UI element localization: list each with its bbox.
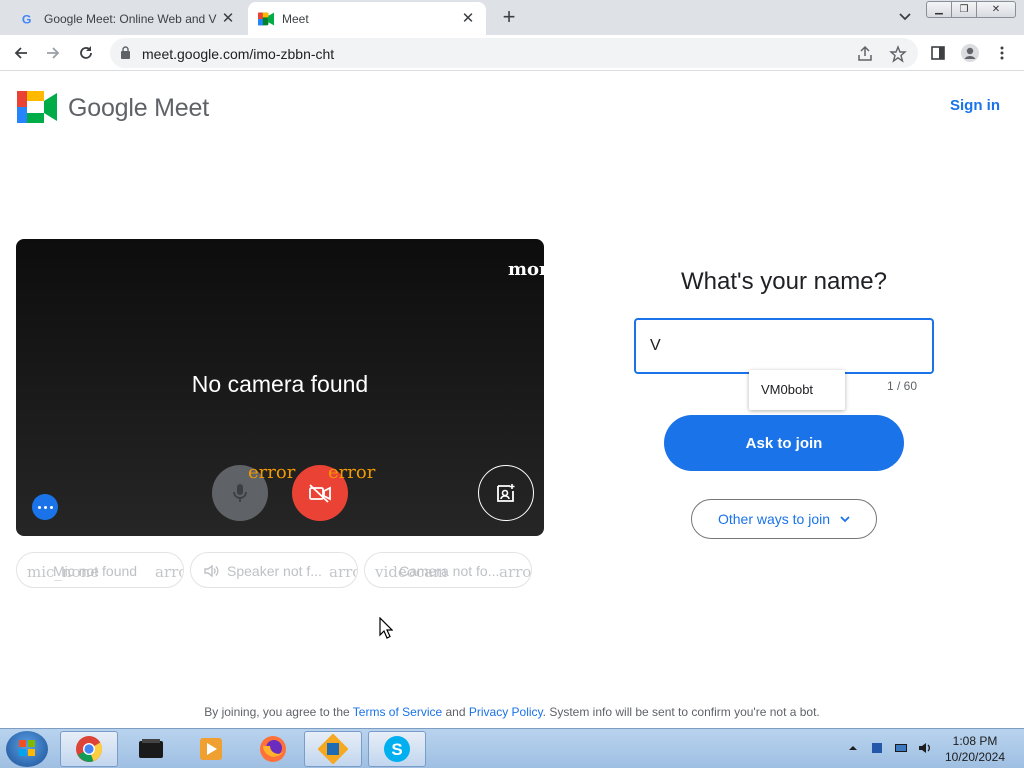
name-prompt-heading: What's your name?	[680, 268, 887, 295]
more-options-button[interactable]	[32, 494, 58, 520]
legal-footer: By joining, you agree to the Terms of Se…	[0, 705, 1024, 719]
side-panel-icon[interactable]	[927, 42, 949, 64]
taskbar-media-app-icon[interactable]	[122, 731, 180, 767]
tab-close-icon[interactable]: ✕	[460, 10, 476, 27]
chip-label: Speaker not f...	[227, 563, 322, 579]
video-preview: more No camera found error error	[16, 239, 544, 536]
mouse-cursor-icon	[379, 617, 393, 639]
address-bar[interactable]: meet.google.com/imo-zbbn-cht	[110, 38, 918, 68]
tab-search-chevron-icon[interactable]	[896, 8, 914, 26]
camera-select-chip[interactable]: videocam Camera not fo... arro	[364, 552, 532, 588]
privacy-policy-link[interactable]: Privacy Policy	[469, 705, 543, 719]
dot	[37, 505, 41, 509]
profile-avatar-icon[interactable]	[959, 42, 981, 64]
name-input[interactable]	[634, 318, 934, 374]
browser-toolbar: meet.google.com/imo-zbbn-cht	[0, 35, 1024, 71]
ask-to-join-button[interactable]: Ask to join	[664, 415, 904, 471]
no-camera-message: No camera found	[191, 371, 369, 397]
camera-off-icon	[309, 484, 331, 503]
clock-date: 10/20/2024	[944, 750, 1006, 764]
system-clock[interactable]: 1:08 PM 10/20/2024	[940, 733, 1010, 765]
tab-strip: G Google Meet: Online Web and V ✕ Meet ✕…	[0, 0, 1024, 35]
network-icon[interactable]	[894, 741, 908, 755]
character-counter: 1 / 60	[887, 379, 918, 393]
visual-effects-icon	[497, 484, 515, 502]
taskbar-firefox-icon[interactable]	[244, 731, 302, 767]
speaker-icon	[204, 564, 219, 578]
svg-text:S: S	[391, 740, 402, 759]
reload-icon[interactable]	[75, 42, 97, 64]
camera-error-text: error	[328, 462, 376, 483]
kebab-menu-icon[interactable]	[991, 42, 1013, 64]
other-ways-to-join-button[interactable]: Other ways to join	[691, 499, 877, 539]
tab-meet[interactable]: Meet ✕	[248, 2, 486, 35]
tab-close-icon[interactable]: ✕	[220, 10, 236, 27]
restore-icon[interactable]: ❐	[951, 1, 977, 18]
minimize-icon[interactable]: ▁	[926, 1, 952, 18]
footer-prefix: By joining, you agree to the	[204, 705, 350, 719]
google-meet-logo-icon	[17, 91, 57, 123]
dot	[43, 505, 47, 509]
back-arrow-icon[interactable]	[10, 42, 32, 64]
chip-label: Camera not fo...	[399, 563, 500, 579]
sign-in-link[interactable]: Sign in	[950, 97, 1000, 114]
footer-and: and	[445, 705, 466, 719]
autocomplete-suggestion[interactable]: VM0bobt	[749, 370, 845, 410]
system-tray	[846, 741, 932, 755]
url-text: meet.google.com/imo-zbbn-cht	[142, 46, 335, 62]
tab-title: Google Meet: Online Web and V	[44, 11, 217, 26]
chevron-down-icon	[840, 516, 850, 523]
microphone-error-text: error	[248, 462, 296, 483]
lock-icon	[121, 46, 130, 59]
other-ways-label: Other ways to join	[717, 511, 831, 527]
new-tab-plus-icon[interactable]: +	[498, 6, 520, 28]
speaker-select-chip[interactable]: Speaker not f... arro	[190, 552, 358, 588]
tab-google-meet-home[interactable]: G Google Meet: Online Web and V ✕	[10, 2, 246, 35]
tab-title: Meet	[282, 11, 309, 26]
dropdown-arrow-fallback-text: arro	[155, 563, 183, 581]
clock-time: 1:08 PM	[952, 734, 998, 748]
tray-expand-arrow-icon[interactable]	[846, 741, 860, 755]
google-meet-icon	[258, 11, 274, 27]
more-options-fallback-text[interactable]: more	[508, 259, 544, 280]
dropdown-arrow-fallback-text: arro	[329, 563, 357, 581]
taskbar-skype-icon[interactable]: S	[368, 731, 426, 767]
volume-icon[interactable]	[918, 741, 932, 755]
windows-taskbar: S 1:08 PM 10/20/2024	[0, 728, 1024, 768]
dropdown-arrow-fallback-text: arro	[499, 563, 532, 581]
chip-label: Mic not found	[53, 563, 138, 579]
taskbar-virtualbox-icon[interactable]	[304, 731, 362, 767]
terms-of-service-link[interactable]: Terms of Service	[353, 705, 442, 719]
forward-arrow-icon[interactable]	[42, 42, 64, 64]
share-icon[interactable]	[856, 45, 874, 63]
visual-effects-button[interactable]	[478, 465, 534, 521]
google-g-icon: G	[20, 11, 36, 27]
taskbar-media-player-icon[interactable]	[182, 731, 240, 767]
window-close-icon[interactable]: ✕	[976, 1, 1016, 18]
bookmark-star-icon[interactable]	[889, 45, 907, 63]
dot	[49, 505, 53, 509]
svg-text:G: G	[22, 12, 32, 26]
start-button-windows-icon[interactable]	[6, 731, 48, 767]
window-controls: ▁ ❐ ✕	[926, 1, 1016, 18]
microphone-icon	[233, 484, 247, 502]
microphone-select-chip[interactable]: mic_none Mic not found arro	[16, 552, 184, 588]
taskbar-chrome-icon[interactable]	[60, 731, 118, 767]
tray-app-icon[interactable]	[870, 741, 884, 755]
brand-title: Google Meet	[68, 94, 209, 122]
footer-suffix: . System info will be sent to confirm yo…	[542, 705, 820, 719]
